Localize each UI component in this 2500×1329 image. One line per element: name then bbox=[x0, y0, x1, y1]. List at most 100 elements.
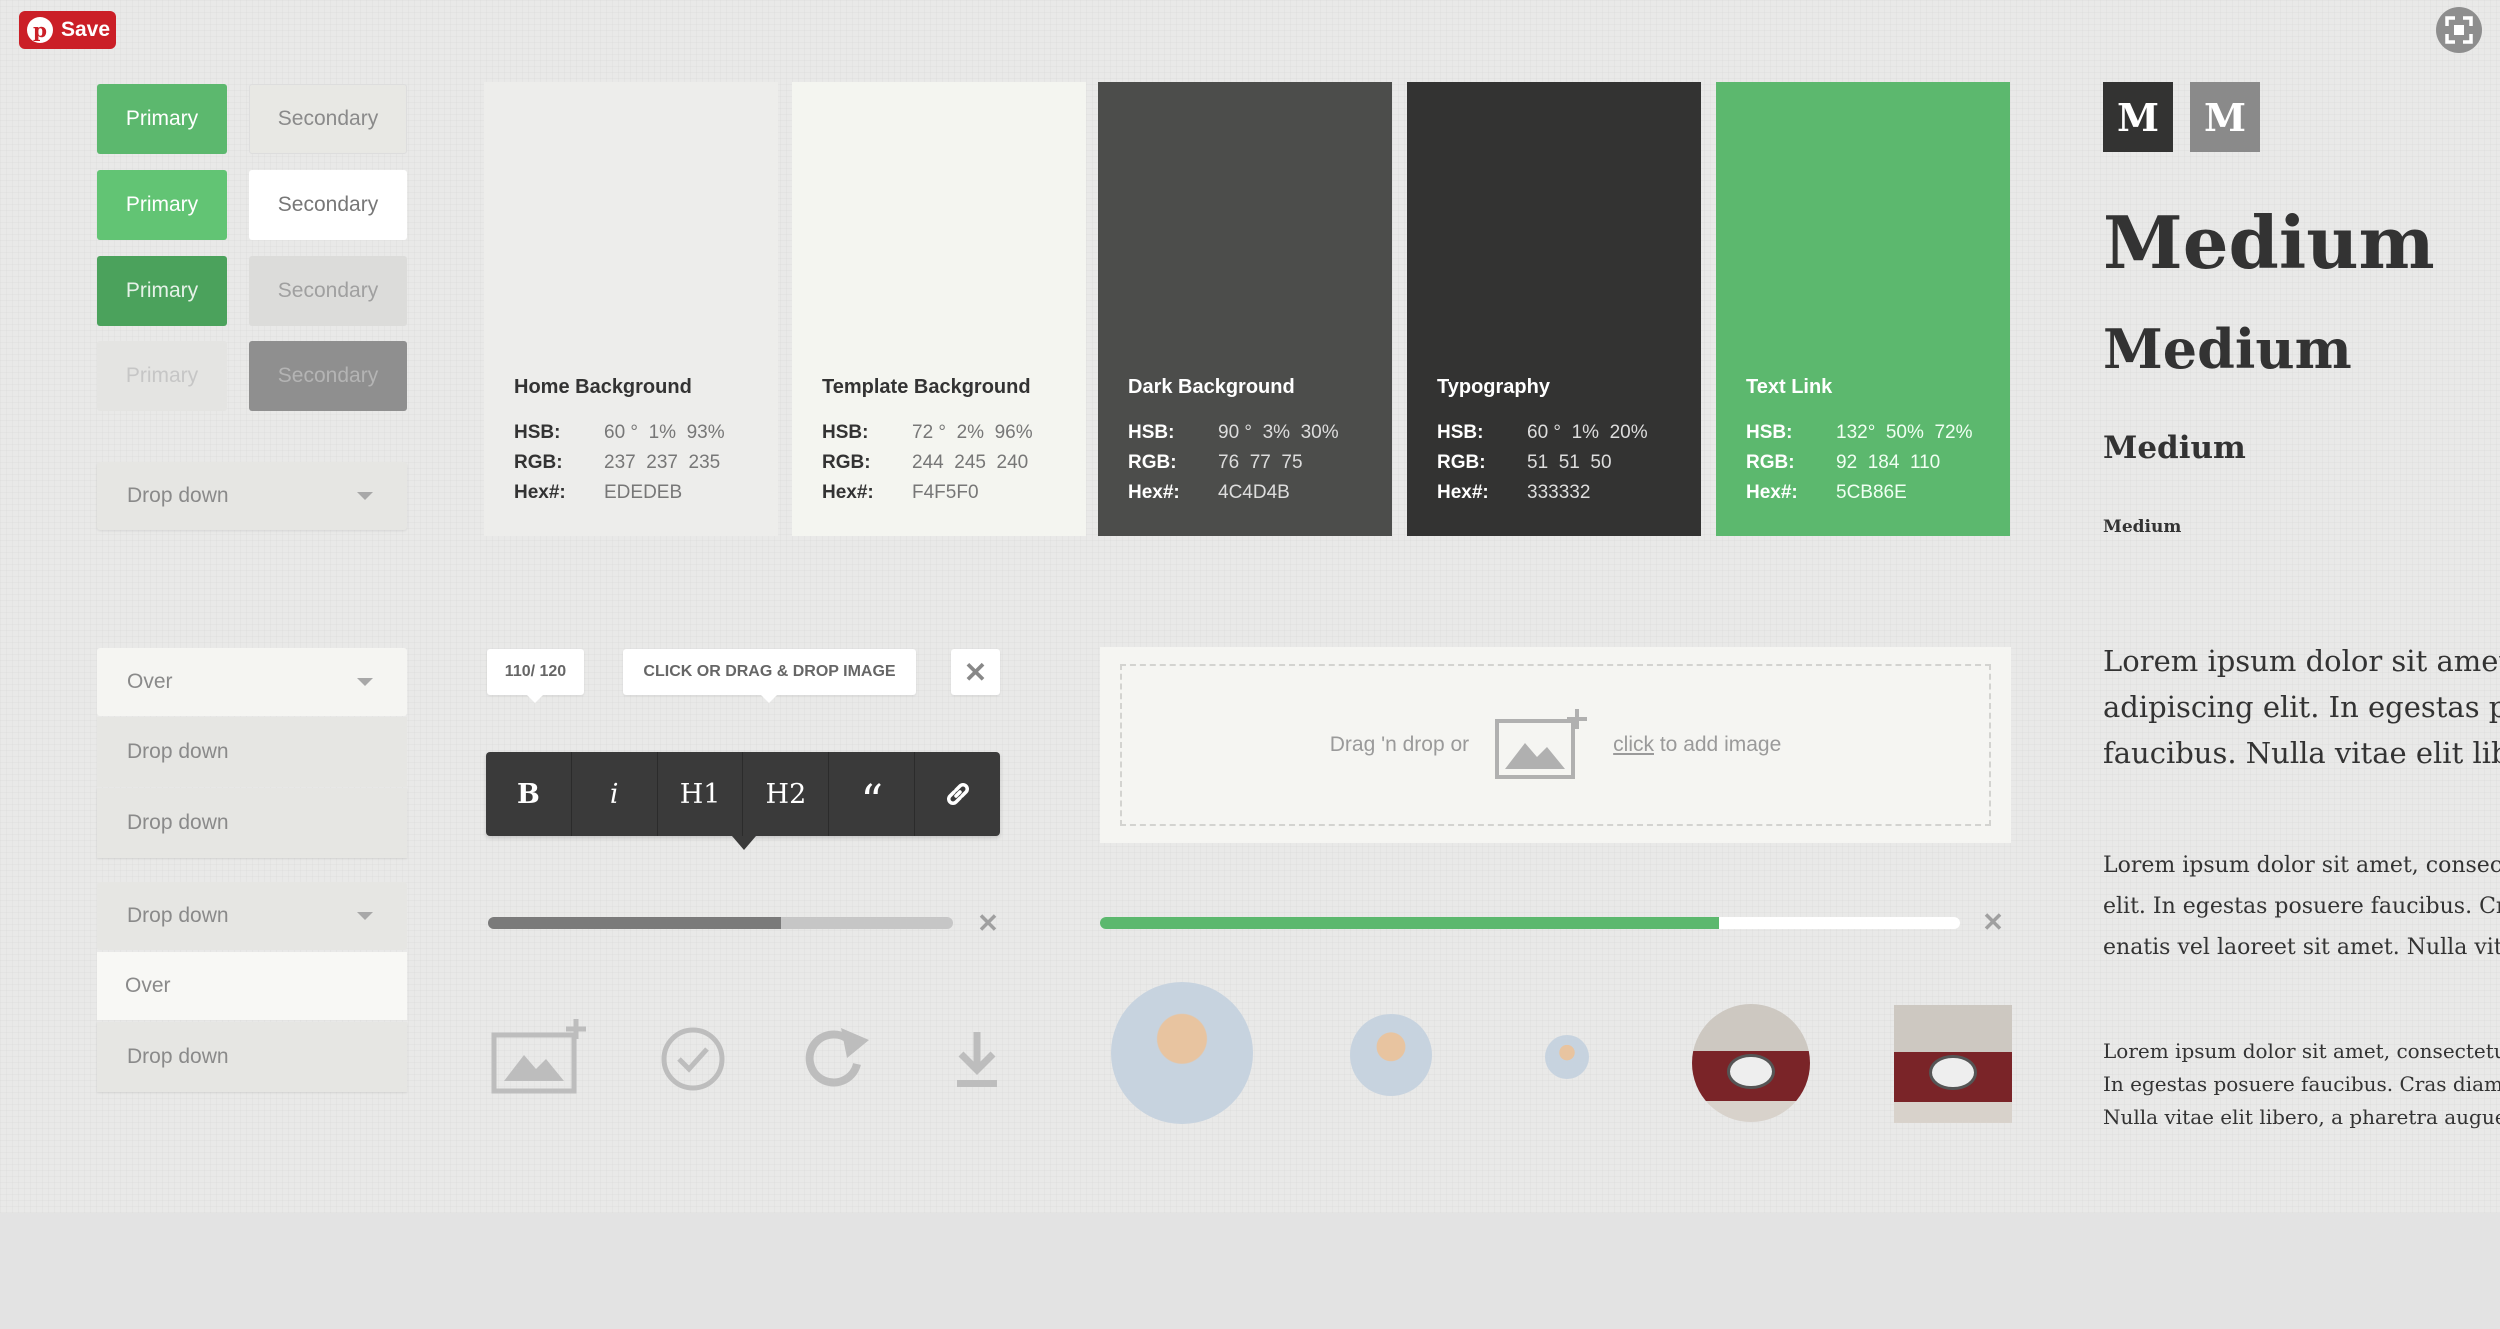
heading-4: Medium bbox=[2103, 517, 2182, 537]
paragraph-line: Lorem ipsum dolor sit amet, c bbox=[2103, 644, 2500, 678]
character-counter: 110/ 120 bbox=[487, 649, 584, 703]
avatar-square-bus bbox=[1894, 1005, 2012, 1123]
paragraph-line: adipiscing elit. In egestas pos bbox=[2103, 690, 2500, 724]
image-dropzone[interactable]: Drag 'n drop or click to add image bbox=[1100, 647, 2011, 843]
swatch-title: Dark Background bbox=[1128, 376, 1295, 398]
paragraph-line: Lorem ipsum dolor sit amet, consectetu bbox=[2103, 1039, 2500, 1063]
primary-button-default[interactable]: Primary bbox=[97, 84, 227, 154]
dropdown-label: Over bbox=[127, 670, 173, 693]
dropdown-option[interactable]: Drop down bbox=[97, 717, 407, 787]
secondary-button-hover[interactable]: Secondary bbox=[249, 170, 407, 240]
pinterest-save-label: Save bbox=[61, 18, 111, 41]
counter-text: 110/ 120 bbox=[504, 663, 567, 680]
heading1-button[interactable]: H1 bbox=[658, 752, 744, 836]
paragraph-line: Lorem ipsum dolor sit amet, consecte bbox=[2103, 853, 2500, 878]
add-image-icon[interactable] bbox=[490, 1015, 590, 1095]
rgb-label: RGB: bbox=[1437, 452, 1486, 473]
rgb-label: RGB: bbox=[514, 452, 563, 473]
bold-button[interactable]: B bbox=[486, 752, 572, 836]
hsb-value: 132° 50% 72% bbox=[1836, 422, 1973, 443]
dropdown-closed[interactable]: Drop down bbox=[97, 462, 407, 530]
swatch-title: Typography bbox=[1437, 376, 1550, 398]
hex-label: Hex#: bbox=[514, 482, 566, 503]
swatch-title: Text Link bbox=[1746, 376, 1833, 398]
link-icon bbox=[946, 783, 969, 805]
paragraph-line: In egestas posuere faucibus. Cras diam bbox=[2103, 1072, 2500, 1096]
dropzone-text: to add image bbox=[1659, 733, 1782, 756]
hsb-label: HSB: bbox=[1437, 422, 1484, 443]
dropdown-open-header[interactable]: Drop down bbox=[97, 882, 407, 950]
italic-button[interactable]: i bbox=[572, 752, 658, 836]
expand-icon bbox=[2445, 16, 2473, 44]
secondary-button-active[interactable]: Secondary bbox=[249, 256, 407, 326]
hex-value: 4C4D4B bbox=[1218, 482, 1290, 503]
progress-bar-green bbox=[1100, 917, 1960, 929]
swatch-template-background: Template Background HSB: 72 ° 2% 96% RGB:… bbox=[792, 82, 1086, 536]
close-button[interactable]: ✕ bbox=[951, 649, 1000, 695]
tooltip-tail bbox=[761, 695, 777, 703]
dropdown-label: Drop down bbox=[127, 484, 229, 507]
avatar-circle-bus bbox=[1692, 1004, 1810, 1122]
tooltip-tail bbox=[527, 695, 543, 703]
pinterest-save-button[interactable]: p Save bbox=[19, 11, 116, 49]
hex-value: 333332 bbox=[1527, 482, 1591, 503]
hsb-label: HSB: bbox=[1128, 422, 1175, 443]
cancel-upload-button[interactable]: ✕ bbox=[1977, 904, 2009, 940]
hex-value: F4F5F0 bbox=[912, 482, 979, 503]
add-image-icon bbox=[1495, 709, 1588, 779]
cancel-upload-button[interactable]: ✕ bbox=[972, 905, 1004, 941]
hsb-value: 90 ° 3% 30% bbox=[1218, 422, 1339, 443]
toolbar-pointer bbox=[732, 836, 756, 850]
hsb-value: 60 ° 1% 20% bbox=[1527, 422, 1648, 443]
dropzone-content: Drag 'n drop or click to add image bbox=[1100, 647, 2011, 843]
hex-value: EDEDEB bbox=[604, 482, 683, 503]
dropdown-open-header[interactable]: Over bbox=[97, 648, 407, 716]
rgb-label: RGB: bbox=[822, 452, 871, 473]
dropdown-option-label: Over bbox=[125, 974, 171, 997]
paragraph-large: Lorem ipsum dolor sit amet, c adipiscing… bbox=[2103, 638, 2500, 776]
primary-button-active[interactable]: Primary bbox=[97, 256, 227, 326]
close-icon: ✕ bbox=[977, 907, 999, 938]
download-icon[interactable] bbox=[955, 1030, 999, 1088]
upload-image-hint[interactable]: CLICK OR DRAG & DROP IMAGE bbox=[623, 649, 916, 703]
swatch-text-link: Text Link HSB: 132° 50% 72% RGB: 92 184 11… bbox=[1716, 82, 2010, 536]
dropdown-option-label: Drop down bbox=[127, 1045, 229, 1068]
dropzone-click-link[interactable]: click bbox=[1613, 733, 1654, 756]
paragraph-medium: Lorem ipsum dolor sit amet, consecte eli… bbox=[2103, 845, 2500, 968]
refresh-icon[interactable] bbox=[803, 1024, 875, 1094]
bold-icon: B bbox=[517, 778, 540, 810]
dropdown-option-hover[interactable]: Over bbox=[97, 952, 407, 1020]
dropdown-label: Drop down bbox=[127, 904, 229, 927]
rgb-label: RGB: bbox=[1746, 452, 1795, 473]
medium-logo-light: M bbox=[2190, 82, 2260, 152]
link-button[interactable] bbox=[915, 752, 1000, 836]
dropdown-option-label: Drop down bbox=[127, 740, 229, 763]
quote-button[interactable]: “ bbox=[829, 752, 916, 836]
hsb-value: 72 ° 2% 96% bbox=[912, 422, 1033, 443]
rgb-value: 51 51 50 bbox=[1527, 452, 1612, 473]
medium-logo-dark: M bbox=[2103, 82, 2173, 152]
h2-label: H2 bbox=[765, 778, 807, 810]
secondary-button-disabled: Secondary bbox=[249, 341, 407, 411]
rgb-value: 76 77 75 bbox=[1218, 452, 1303, 473]
check-circle-icon[interactable] bbox=[660, 1026, 726, 1092]
dropdown-option[interactable]: Drop down bbox=[97, 1022, 407, 1092]
secondary-button-default[interactable]: Secondary bbox=[249, 84, 407, 154]
paragraph-line: Nulla vitae elit libero, a pharetra augu… bbox=[2103, 1105, 2500, 1129]
quote-icon: “ bbox=[860, 775, 883, 827]
swatch-dark-background: Dark Background HSB: 90 ° 3% 30% RGB: 76 7… bbox=[1098, 82, 1392, 536]
chevron-down-icon bbox=[357, 492, 373, 500]
primary-button-hover[interactable]: Primary bbox=[97, 170, 227, 240]
hex-label: Hex#: bbox=[1128, 482, 1180, 503]
fullscreen-button[interactable] bbox=[2436, 7, 2482, 53]
rgb-value: 92 184 110 bbox=[1836, 452, 1941, 473]
avatar-medium bbox=[1350, 1014, 1432, 1096]
avatar-large bbox=[1111, 982, 1253, 1124]
hsb-label: HSB: bbox=[822, 422, 869, 443]
upload-hint-text: CLICK OR DRAG & DROP IMAGE bbox=[643, 663, 896, 680]
paragraph-line: elit. In egestas posuere faucibus. Cra bbox=[2103, 894, 2500, 919]
dropdown-option[interactable]: Drop down bbox=[97, 788, 407, 858]
heading2-button[interactable]: H2 bbox=[743, 752, 830, 836]
dropzone-text: Drag 'n drop or bbox=[1329, 733, 1470, 756]
hex-label: Hex#: bbox=[822, 482, 874, 503]
